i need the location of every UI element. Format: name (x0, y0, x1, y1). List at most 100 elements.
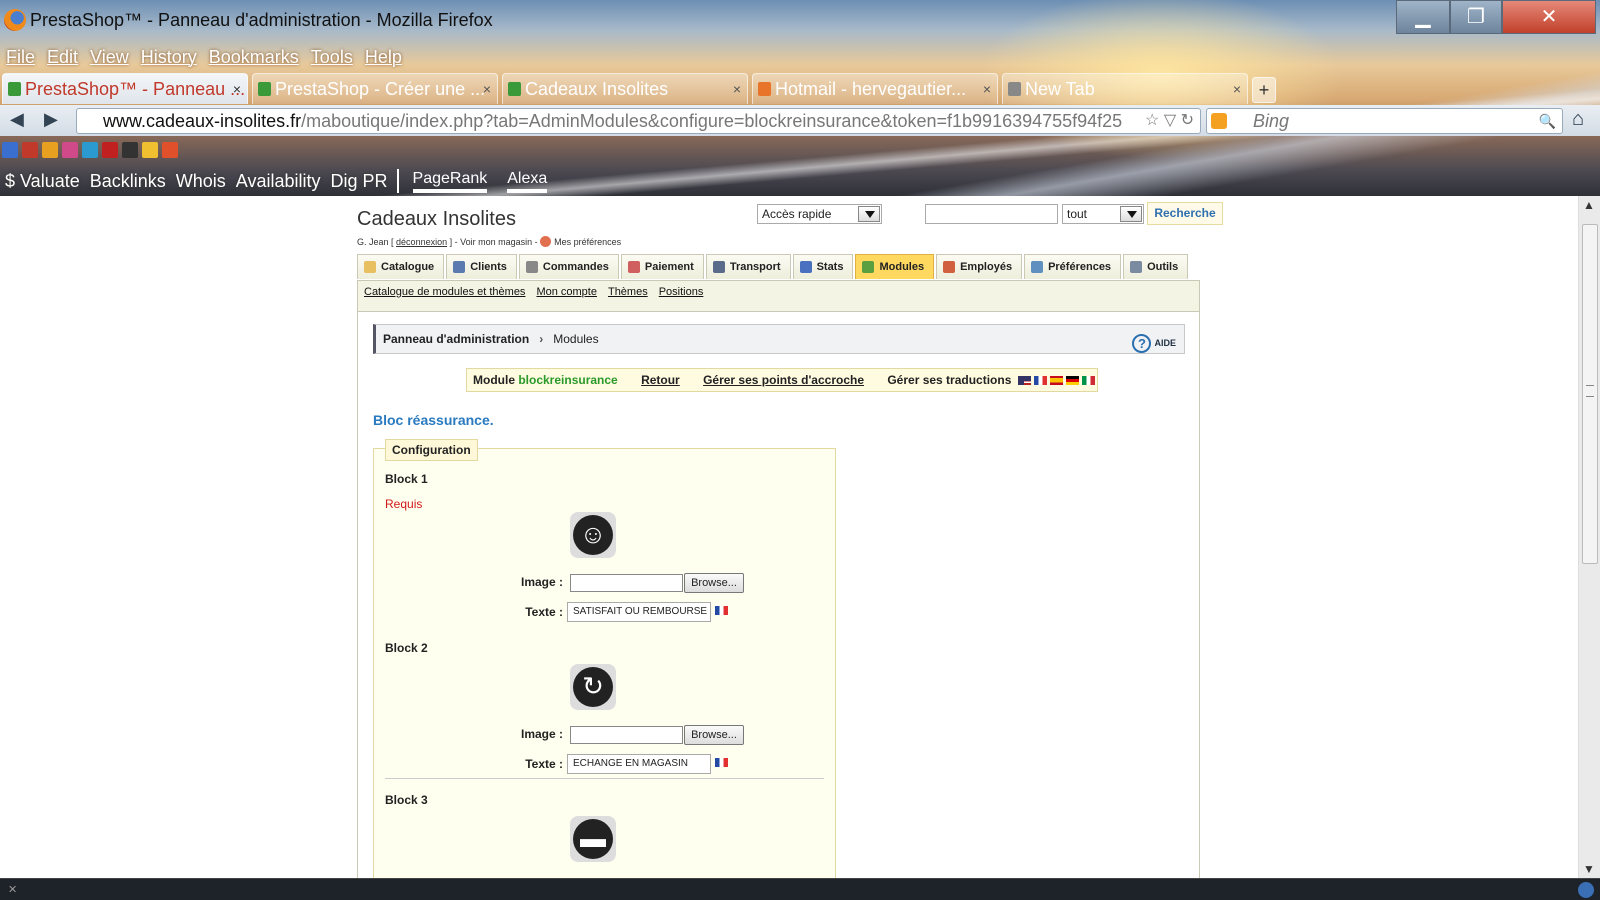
subtab-mon-compte[interactable]: Mon compte (536, 286, 597, 306)
block-2-image-input[interactable] (570, 726, 683, 744)
bookmark-icon[interactable] (42, 142, 58, 158)
browser-tab[interactable]: New Tab × (1002, 73, 1248, 104)
block-1-image-input[interactable] (570, 574, 683, 592)
manage-hooks-link[interactable]: Gérer ses points d'accroche (703, 373, 864, 387)
tab-close-icon[interactable]: × (733, 74, 741, 104)
page-scrollbar[interactable]: ▲ ▼ (1578, 196, 1600, 878)
url-bar[interactable]: www.cadeaux-insolites.fr/maboutique/inde… (76, 108, 1201, 134)
text-label: Texte : (525, 757, 563, 771)
seo-alexa[interactable]: Alexa (507, 169, 548, 193)
scrollbar-thumb[interactable] (1582, 224, 1598, 564)
tab-label: Cadeaux Insolites (525, 79, 669, 99)
chevron-down-icon[interactable] (858, 206, 880, 222)
preferences-link[interactable]: Mes préférences (554, 237, 621, 247)
bookmark-icon[interactable] (102, 142, 118, 158)
window-title: PrestaShop™ - Panneau d'administration -… (30, 10, 493, 30)
bookmark-icon[interactable] (62, 142, 78, 158)
block-divider (385, 778, 824, 779)
seo-pagerank[interactable]: PageRank (412, 169, 488, 193)
taskbar-close-icon[interactable]: ✕ (8, 883, 17, 896)
block-1-browse-button[interactable]: Browse... (684, 573, 744, 593)
admin-search-input[interactable] (925, 204, 1058, 224)
url-bar-icons[interactable]: ☆ ▽ ↻ (1145, 109, 1194, 133)
flag-fr-icon[interactable] (715, 606, 728, 615)
flag-fr-icon[interactable] (715, 758, 728, 767)
forward-button[interactable]: ▶ (44, 109, 58, 130)
tab-close-icon[interactable]: × (233, 74, 241, 104)
tab-close-icon[interactable]: × (483, 74, 491, 104)
bookmark-icon[interactable] (82, 142, 98, 158)
search-bar[interactable]: Bing 🔍 (1206, 108, 1563, 134)
image-label: Image : (520, 727, 563, 741)
tab-stats[interactable]: Stats (792, 254, 854, 279)
tab-transport[interactable]: Transport (705, 254, 791, 279)
bookmark-icon[interactable] (142, 142, 158, 158)
scroll-down-icon[interactable]: ▼ (1583, 862, 1595, 876)
subtab-themes[interactable]: Thèmes (608, 286, 648, 306)
tab-preferences[interactable]: Préférences (1024, 254, 1122, 279)
new-tab-button[interactable]: + (1252, 77, 1276, 103)
subtab-positions[interactable]: Positions (659, 286, 704, 306)
scroll-up-icon[interactable]: ▲ (1583, 198, 1595, 212)
tab-commandes[interactable]: Commandes (518, 254, 619, 279)
search-icon[interactable]: 🔍 (1539, 109, 1556, 133)
subtab-catalogue-modules[interactable]: Catalogue de modules et thèmes (364, 286, 525, 306)
truck-icon (712, 261, 725, 273)
logout-link[interactable]: déconnexion (396, 237, 447, 247)
tab-label: Paiement (644, 261, 694, 273)
menu-help[interactable]: Help (359, 45, 408, 69)
tab-paiement[interactable]: Paiement (620, 254, 704, 279)
flag-de-icon[interactable] (1065, 376, 1079, 385)
menu-file[interactable]: File (0, 45, 41, 69)
search-scope-select[interactable]: tout (1062, 204, 1144, 224)
menu-bookmarks[interactable]: Bookmarks (203, 45, 305, 69)
back-link[interactable]: Retour (641, 373, 680, 387)
menu-history[interactable]: History (135, 45, 203, 69)
back-button[interactable]: ◀ (10, 109, 24, 130)
bookmark-icon[interactable] (162, 142, 178, 158)
shop-title: Cadeaux Insolites (357, 208, 516, 230)
close-window-button[interactable]: ✕ (1502, 0, 1596, 34)
bookmark-icon[interactable] (122, 142, 138, 158)
seo-valuate[interactable]: $ Valuate (0, 171, 85, 192)
seo-whois[interactable]: Whois (171, 171, 231, 192)
flag-es-icon[interactable] (1049, 376, 1063, 385)
home-icon[interactable]: ⌂ (1572, 108, 1584, 131)
seo-availability[interactable]: Availability (231, 171, 326, 192)
search-button[interactable]: Recherche (1147, 202, 1223, 225)
browser-tab[interactable]: PrestaShop - Créer une ... × (252, 73, 498, 104)
favicon-icon (508, 82, 521, 96)
menu-tools[interactable]: Tools (305, 45, 359, 69)
bookmark-icon[interactable] (22, 142, 38, 158)
browser-tab[interactable]: Hotmail - hervegautier... × (752, 73, 998, 104)
quick-access-select[interactable]: Accès rapide (757, 204, 882, 224)
flag-en-icon[interactable] (1017, 376, 1031, 385)
menu-view[interactable]: View (84, 45, 135, 69)
maximize-button[interactable]: ❐ (1450, 0, 1502, 34)
tab-modules[interactable]: Modules (855, 254, 935, 279)
seo-backlinks[interactable]: Backlinks (85, 171, 171, 192)
block-1-text-input[interactable]: SATISFAIT OU REMBOURSE (567, 602, 711, 622)
tab-close-icon[interactable]: × (983, 74, 991, 104)
browser-tab[interactable]: Cadeaux Insolites × (502, 73, 748, 104)
breadcrumb-root[interactable]: Panneau d'administration (383, 332, 529, 346)
minimize-button[interactable]: ▁ (1396, 0, 1450, 34)
flag-fr-icon[interactable] (1033, 376, 1047, 385)
chevron-down-icon[interactable] (1120, 206, 1142, 222)
tab-employes[interactable]: Employés (936, 254, 1023, 279)
block-2-text-input[interactable]: ECHANGE EN MAGASIN (567, 754, 711, 774)
browser-tab[interactable]: PrestaShop™ - Panneau ... × (2, 73, 248, 104)
view-shop-link[interactable]: ] - Voir mon magasin - (450, 237, 538, 247)
tab-catalogue[interactable]: Catalogue (357, 254, 445, 279)
tray-icon[interactable] (1578, 882, 1594, 898)
bookmark-icon[interactable] (2, 142, 18, 158)
menu-edit[interactable]: Edit (41, 45, 84, 69)
help-button[interactable]: ? AIDE (1132, 329, 1176, 357)
flag-it-icon[interactable] (1081, 376, 1095, 385)
tab-outils[interactable]: Outils (1123, 254, 1189, 279)
menu-bar: File Edit View History Bookmarks Tools H… (0, 45, 408, 69)
seo-digpr[interactable]: Dig PR (326, 171, 393, 192)
tab-clients[interactable]: Clients (446, 254, 517, 279)
tab-close-icon[interactable]: × (1233, 74, 1241, 104)
block-2-browse-button[interactable]: Browse... (684, 725, 744, 745)
